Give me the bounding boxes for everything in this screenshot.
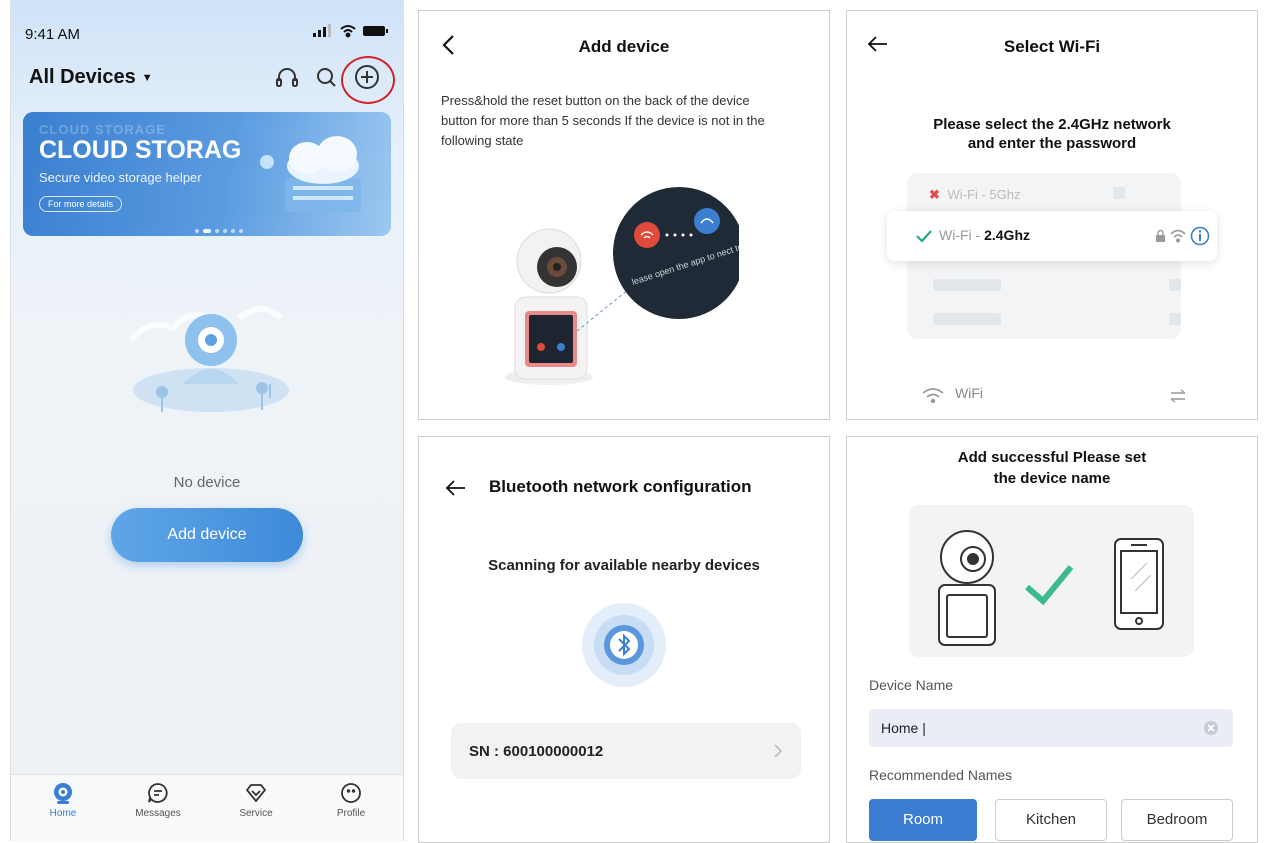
device-list-item[interactable]: SN : 600100000012 xyxy=(451,723,801,779)
info-icon[interactable] xyxy=(1189,225,1211,247)
switch-arrows-icon[interactable] xyxy=(1169,389,1187,403)
wifi-status-icon xyxy=(340,25,356,38)
wifi-footer-icon xyxy=(922,388,944,404)
home-screen: 9:41 AM All Devices ▼ CLOUD STORAGE CLOU… xyxy=(10,0,404,841)
search-icon[interactable] xyxy=(313,64,341,92)
page-title: Add device xyxy=(578,37,670,56)
add-device-screen: Add device Press&hold the reset button o… xyxy=(418,10,830,420)
chevron-right-icon xyxy=(774,744,783,758)
camera-reset-illustration: lease open the app to nect to the networ… xyxy=(505,187,739,385)
add-device-button[interactable]: Add device xyxy=(111,508,303,562)
clear-input-icon[interactable] xyxy=(1203,720,1219,736)
cloud-storage-banner[interactable]: CLOUD STORAGE CLOUD STORAG Secure video … xyxy=(23,112,391,236)
device-name-input[interactable]: Home | xyxy=(869,709,1233,747)
reset-instructions: Press&hold the reset button on the back … xyxy=(441,93,765,148)
cloud-server-illustration xyxy=(260,136,361,212)
select-wifi-screen: Select Wi-Fi Please select the 2.4GHz ne… xyxy=(846,10,1258,420)
status-time: 9:41 AM xyxy=(25,26,81,43)
page-title: All Devices xyxy=(29,66,136,88)
camera-outline-icon xyxy=(938,530,996,646)
page-title: Bluetooth network configuration xyxy=(489,477,752,496)
empty-state-text: No device xyxy=(173,474,241,491)
tab-home[interactable]: Home xyxy=(28,781,98,819)
success-heading: Add successful Please set the device name xyxy=(957,449,1147,487)
wifi-row-2-4ghz[interactable]: Wi-Fi - 2.4Ghz xyxy=(887,211,1217,261)
battery-icon xyxy=(363,26,388,36)
name-chip-kitchen[interactable]: Kitchen xyxy=(995,799,1107,841)
unsupported-x-icon: ✖ xyxy=(929,187,940,202)
success-illustration xyxy=(909,505,1194,657)
home-camera-icon xyxy=(54,783,72,804)
banner-pager-dots xyxy=(193,220,245,236)
name-chip-room[interactable]: Room xyxy=(869,799,977,841)
check-icon xyxy=(916,230,932,243)
tab-label: Messages xyxy=(135,808,181,819)
back-arrow-icon[interactable] xyxy=(445,477,467,504)
wifi-signal-icon xyxy=(1170,229,1186,243)
caret-down-icon: ▼ xyxy=(141,71,153,84)
add-device-plus-icon[interactable] xyxy=(353,63,381,91)
banner-more-details-button[interactable]: For more details xyxy=(39,196,123,212)
banner-subtitle: Secure video storage helper xyxy=(39,170,202,185)
messages-icon xyxy=(148,783,168,803)
tab-service[interactable]: Service xyxy=(221,781,291,819)
profile-face-icon xyxy=(341,783,361,803)
wifi-footer-label: WiFi xyxy=(955,385,983,401)
banner-ghost-text: CLOUD STORAGE xyxy=(39,122,166,137)
tab-label: Service xyxy=(239,808,273,819)
phone-outline-icon xyxy=(1114,538,1164,630)
scanning-text: Scanning for available nearby devices xyxy=(488,557,760,574)
tab-messages[interactable]: Messages xyxy=(123,781,193,819)
signal-icon xyxy=(313,24,331,37)
tab-profile[interactable]: Profile xyxy=(316,781,386,819)
device-name-label: Device Name xyxy=(869,677,954,693)
diamond-icon xyxy=(245,784,267,803)
empty-camera-illustration xyxy=(128,306,289,412)
wifi-row-5ghz: ✖ Wi-Fi - 5Ghz xyxy=(929,187,1021,202)
banner-title: CLOUD STORAG xyxy=(39,136,242,164)
all-devices-dropdown[interactable]: All Devices ▼ xyxy=(29,66,153,89)
status-icons xyxy=(311,24,391,43)
tab-label: Home xyxy=(49,808,77,819)
bluetooth-config-screen: Bluetooth network configuration Scanning… xyxy=(418,436,830,843)
wifi-prompt: Please select the 2.4GHz network and ente… xyxy=(933,116,1171,152)
headset-icon[interactable] xyxy=(273,64,301,92)
tab-label: Profile xyxy=(336,808,366,819)
recommended-names-label: Recommended Names xyxy=(869,767,1013,783)
success-check-icon xyxy=(1025,565,1074,606)
device-sn: SN : 600100000012 xyxy=(469,743,604,760)
name-chip-bedroom[interactable]: Bedroom xyxy=(1121,799,1233,841)
bottom-tab-bar: Home Messages Service Profile xyxy=(11,774,403,841)
device-name-screen: Add successful Please set the device name… xyxy=(846,436,1258,843)
bluetooth-icon xyxy=(582,603,666,687)
page-title: Select Wi-Fi xyxy=(1003,37,1101,56)
